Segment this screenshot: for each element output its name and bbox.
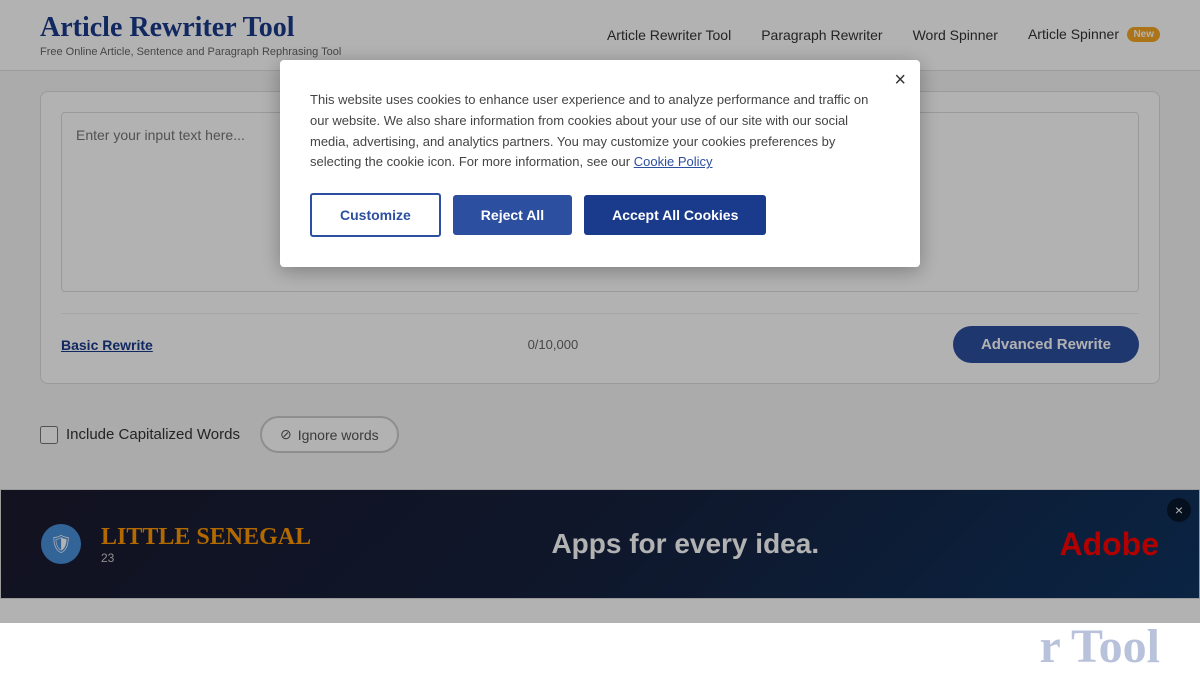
customize-button[interactable]: Customize	[310, 193, 441, 237]
cookie-overlay: × This website uses cookies to enhance u…	[0, 0, 1200, 623]
accept-all-cookies-button[interactable]: Accept All Cookies	[584, 195, 766, 235]
cookie-policy-link[interactable]: Cookie Policy	[634, 154, 713, 169]
cookie-buttons: Customize Reject All Accept All Cookies	[310, 193, 890, 237]
big-blue-title: r Tool	[1039, 620, 1160, 673]
cookie-text: This website uses cookies to enhance use…	[310, 90, 890, 173]
cookie-close-button[interactable]: ×	[894, 70, 906, 90]
cookie-banner: × This website uses cookies to enhance u…	[280, 60, 920, 267]
reject-all-button[interactable]: Reject All	[453, 195, 572, 235]
